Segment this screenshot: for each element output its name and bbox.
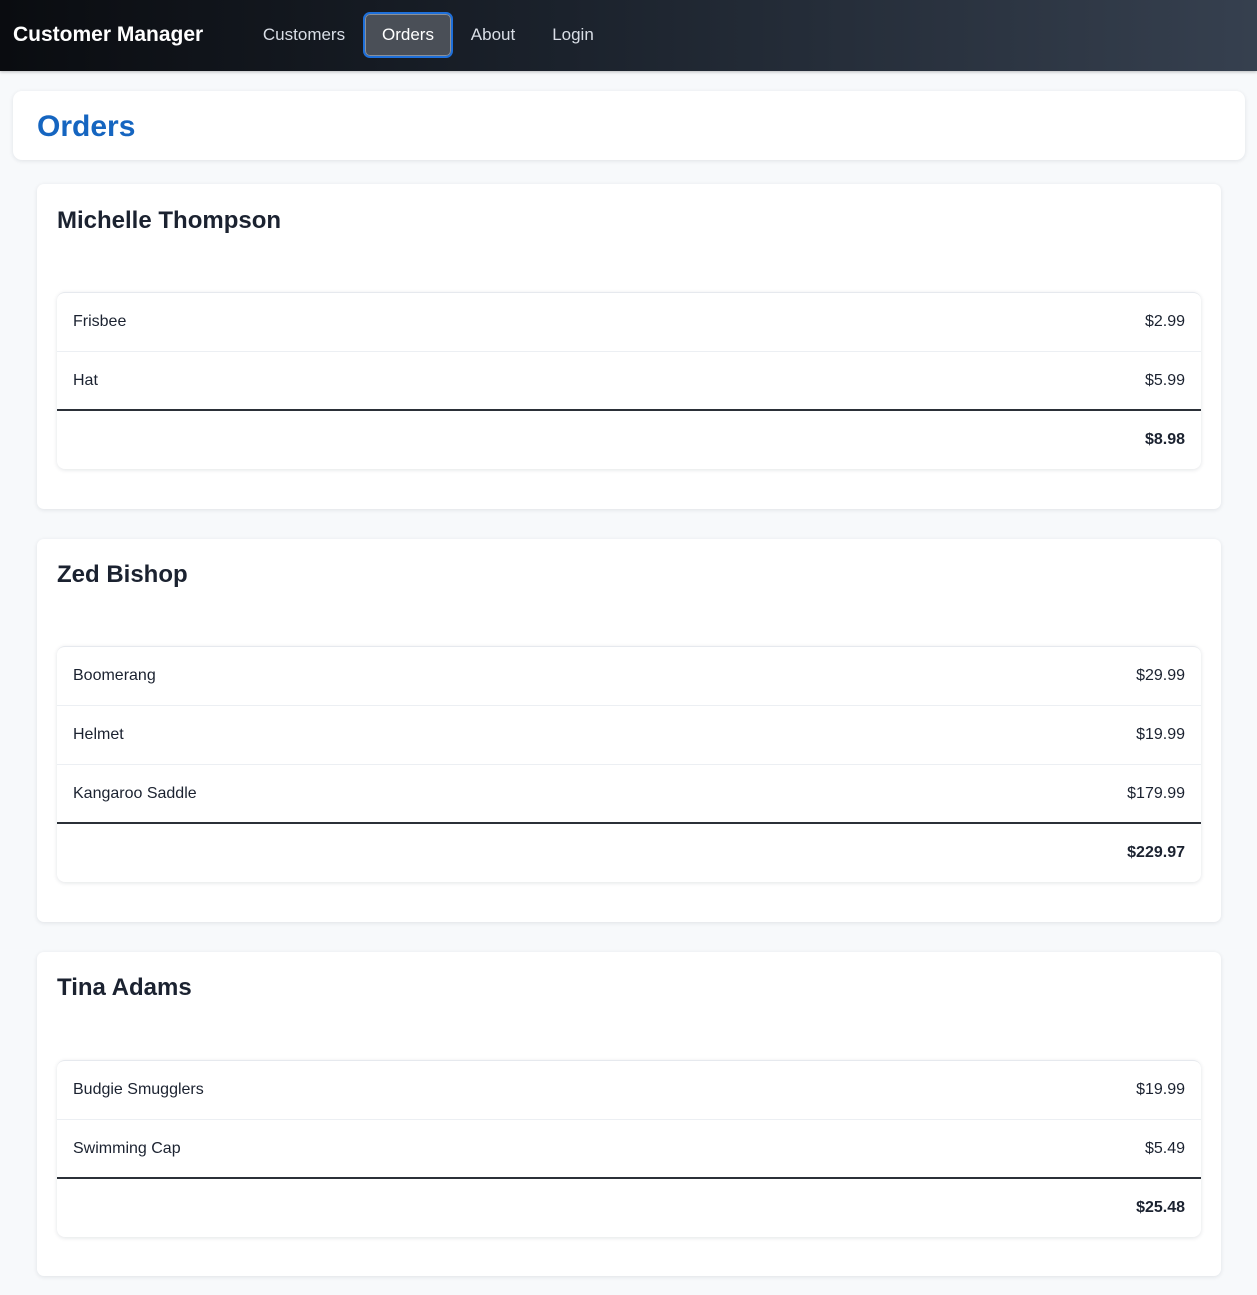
order-list: Frisbee $2.99 Hat $5.99 $8.98 bbox=[57, 292, 1201, 469]
order-total: $25.48 bbox=[1136, 1199, 1185, 1216]
item-name: Hat bbox=[73, 372, 98, 389]
page-header-card: Orders bbox=[13, 91, 1245, 160]
item-price: $5.99 bbox=[1144, 372, 1185, 389]
nav-item-orders[interactable]: Orders bbox=[363, 12, 453, 58]
order-total-row: $229.97 bbox=[57, 824, 1201, 882]
order-row: Budgie Smugglers $19.99 bbox=[57, 1061, 1201, 1120]
item-price: $19.99 bbox=[1136, 1081, 1185, 1098]
item-name: Frisbee bbox=[73, 313, 127, 330]
order-total: $229.97 bbox=[1127, 844, 1185, 861]
nav-item-about[interactable]: About bbox=[456, 12, 530, 58]
item-price: $19.99 bbox=[1136, 726, 1185, 743]
order-total-row: $8.98 bbox=[57, 411, 1201, 469]
brand-title[interactable]: Customer Manager bbox=[13, 21, 203, 49]
order-row: Helmet $19.99 bbox=[57, 706, 1201, 765]
nav-item-customers[interactable]: Customers bbox=[248, 12, 360, 58]
item-price: $179.99 bbox=[1127, 785, 1185, 802]
item-price: $29.99 bbox=[1136, 667, 1185, 684]
customer-name: Zed Bishop bbox=[57, 561, 188, 588]
item-name: Boomerang bbox=[73, 667, 156, 684]
order-row: Frisbee $2.99 bbox=[57, 293, 1201, 352]
order-list: Boomerang $29.99 Helmet $19.99 Kangaroo … bbox=[57, 646, 1201, 882]
customer-name: Tina Adams bbox=[57, 974, 192, 1001]
order-row: Hat $5.99 bbox=[57, 352, 1201, 411]
order-list: Budgie Smugglers $19.99 Swimming Cap $5.… bbox=[57, 1060, 1201, 1237]
nav-item-login[interactable]: Login bbox=[536, 12, 610, 58]
customer-card: Zed Bishop Boomerang $29.99 Helmet $19.9… bbox=[37, 539, 1221, 922]
item-name: Kangaroo Saddle bbox=[73, 785, 197, 802]
item-name: Budgie Smugglers bbox=[73, 1081, 204, 1098]
item-price: $5.49 bbox=[1144, 1140, 1185, 1157]
customer-card: Tina Adams Budgie Smugglers $19.99 Swimm… bbox=[37, 952, 1221, 1276]
top-navbar: Customer Manager Customers Orders About … bbox=[0, 0, 1257, 71]
item-name: Helmet bbox=[73, 726, 124, 743]
order-row: Boomerang $29.99 bbox=[57, 647, 1201, 706]
order-row: Kangaroo Saddle $179.99 bbox=[57, 765, 1201, 824]
customer-name: Michelle Thompson bbox=[57, 207, 282, 234]
page-title: Orders bbox=[37, 110, 136, 143]
item-name: Swimming Cap bbox=[73, 1140, 181, 1157]
order-row: Swimming Cap $5.49 bbox=[57, 1120, 1201, 1179]
customer-card: Michelle Thompson Frisbee $2.99 Hat $5.9… bbox=[37, 184, 1221, 509]
item-price: $2.99 bbox=[1144, 313, 1185, 330]
order-total-row: $25.48 bbox=[57, 1179, 1201, 1237]
order-total: $8.98 bbox=[1144, 431, 1185, 448]
